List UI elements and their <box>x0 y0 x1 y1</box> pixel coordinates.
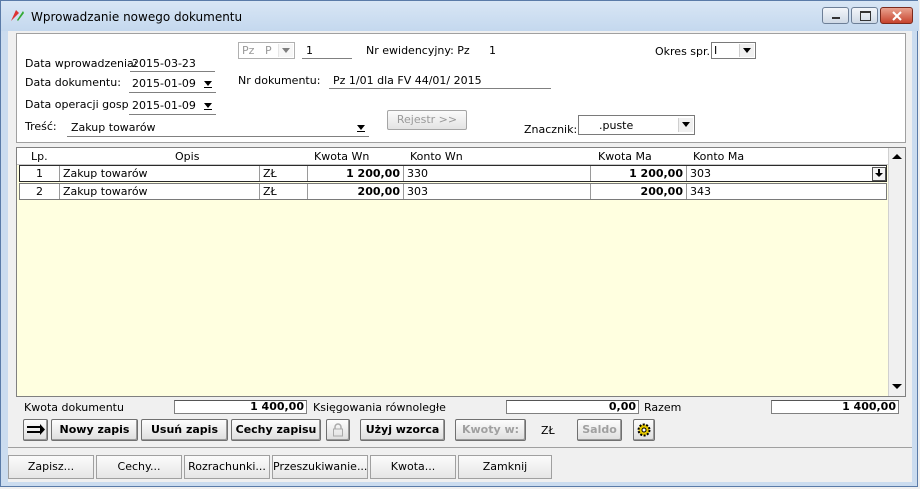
cell-kwota-wn[interactable]: 1 200,00 <box>308 166 404 181</box>
tresc-value: Zakup towarów <box>71 121 156 134</box>
app-icon <box>11 10 24 21</box>
title-bar[interactable]: Wprowadzanie nowego dokumentu <box>1 1 919 31</box>
calendar-dropdown-icon[interactable] <box>201 77 215 90</box>
rejestr-button[interactable]: Rejestr >> <box>387 110 467 130</box>
tresc-dropdown-icon[interactable] <box>354 121 368 134</box>
zapisz-button[interactable]: Zapisz... <box>8 455 94 479</box>
typ2-value: P <box>265 44 272 57</box>
okres-label: Okres spr. <box>655 45 711 58</box>
typ-dropdown-icon[interactable] <box>278 44 293 57</box>
razem-label: Razem <box>644 401 682 414</box>
cell-kwota-ma[interactable]: 1 200,00 <box>591 166 687 181</box>
window-title: Wprowadzanie nowego dokumentu <box>31 10 243 24</box>
tresc-field[interactable]: Zakup towarów <box>67 120 369 137</box>
close-button[interactable] <box>880 7 913 24</box>
column-header-lp: Lp. <box>31 150 48 163</box>
okres-combo[interactable]: I <box>711 42 756 59</box>
column-header-kwota-wn: Kwota Wn <box>314 150 370 163</box>
cell-opis[interactable]: Zakup towarów <box>60 184 260 199</box>
ksiegowania-value: 0,00 <box>506 400 639 414</box>
tresc-label: Treść: <box>25 120 57 133</box>
saldo-button[interactable]: Saldo <box>577 419 622 441</box>
scroll-up-icon[interactable] <box>892 154 902 159</box>
nr-ewidencyjny-value: 1 <box>489 44 496 57</box>
nr-dokumentu-underline[interactable] <box>329 74 551 89</box>
data-dokumentu-field[interactable]: 2015-01-09 <box>129 76 216 93</box>
document-header-panel: Data wprowadzenia: 2015-03-23 Data dokum… <box>16 33 906 143</box>
table-row[interactable]: 1 Zakup towarów ZŁ 1 200,00 330 1 200,00… <box>19 165 887 182</box>
calendar-dropdown-icon[interactable] <box>201 99 215 112</box>
typ1-value: Pz <box>242 44 255 57</box>
ksiegowania-label: Księgowania równoległe <box>313 401 446 414</box>
maximize-button[interactable] <box>851 7 878 24</box>
cell-konto-ma[interactable]: 343 <box>687 184 886 199</box>
data-dokumentu-label: Data dokumentu: <box>25 76 121 89</box>
kwota-dokumentu-value: 1 400,00 <box>174 400 307 414</box>
settings-button[interactable] <box>633 419 655 441</box>
account-lookup-icon[interactable] <box>872 167 886 181</box>
column-header-kwota-ma: Kwota Ma <box>598 150 652 163</box>
cechy-zapisu-button[interactable]: Cechy zapisu <box>231 419 321 441</box>
znacznik-value: .puste <box>599 119 634 132</box>
nowy-zapis-button[interactable]: Nowy zapis <box>51 419 138 441</box>
przeszukiwanie-button[interactable]: Przeszukiwanie... <box>272 455 368 479</box>
toggle-view-button[interactable] <box>23 419 48 441</box>
entries-grid: Lp. Opis Kwota Wn Konto Wn Kwota Ma Kont… <box>16 147 906 397</box>
padlock-icon <box>333 423 343 437</box>
razem-value: 1 400,00 <box>771 400 899 414</box>
numer-underline[interactable] <box>302 44 352 59</box>
cell-waluta[interactable]: ZŁ <box>260 166 308 181</box>
minimize-icon <box>832 17 840 19</box>
typ-dokumentu-combo[interactable]: Pz P <box>238 42 295 59</box>
cell-kwota-wn[interactable]: 200,00 <box>308 184 404 199</box>
client-area: Data wprowadzenia: 2015-03-23 Data dokum… <box>8 31 912 482</box>
okres-dropdown-icon[interactable] <box>739 44 754 57</box>
cell-konto-ma[interactable]: 303 <box>687 166 870 181</box>
cechy-button[interactable]: Cechy... <box>96 455 182 479</box>
znacznik-label: Znacznik: <box>524 123 578 136</box>
zamknij-button[interactable]: Zamknij <box>458 455 552 479</box>
nr-dokumentu-label: Nr dokumentu: <box>238 74 321 87</box>
waluta-label: ZŁ <box>541 424 555 437</box>
znacznik-combo[interactable]: .puste <box>578 115 695 135</box>
data-dokumentu-value: 2015-01-09 <box>132 77 196 90</box>
cell-konto-wn[interactable]: 330 <box>404 166 591 181</box>
minimize-button[interactable] <box>822 7 849 24</box>
cell-opis[interactable]: Zakup towarów <box>60 166 260 181</box>
footer-separator <box>8 447 912 448</box>
kwoty-w-button[interactable]: Kwoty w: <box>455 419 526 441</box>
kwota-button[interactable]: Kwota... <box>370 455 456 479</box>
grid-header: Lp. Opis Kwota Wn Konto Wn Kwota Ma Kont… <box>17 148 889 165</box>
cell-lp[interactable]: 2 <box>20 184 60 199</box>
kwota-dokumentu-label: Kwota dokumentu <box>24 401 124 414</box>
data-operacji-value: 2015-01-09 <box>132 99 196 112</box>
cell-waluta[interactable]: ZŁ <box>260 184 308 199</box>
okres-value: I <box>714 44 718 57</box>
data-wprowadzenia-label: Data wprowadzenia: <box>25 57 138 70</box>
cell-konto-wn[interactable]: 303 <box>404 184 591 199</box>
data-operacji-field[interactable]: 2015-01-09 <box>129 98 216 115</box>
cell-lp[interactable]: 1 <box>20 166 60 181</box>
data-wprowadzenia-underline <box>130 57 215 72</box>
rozrachunki-button[interactable]: Rozrachunki... <box>184 455 270 479</box>
usun-zapis-button[interactable]: Usuń zapis <box>141 419 228 441</box>
scroll-down-icon[interactable] <box>892 384 902 389</box>
column-header-konto-ma: Konto Ma <box>693 150 745 163</box>
lock-button[interactable] <box>326 419 350 441</box>
znacznik-dropdown-icon[interactable] <box>678 118 693 132</box>
data-operacji-label: Data operacji gosp.: <box>25 98 136 111</box>
arrows-icon <box>27 424 45 435</box>
document-window: Wprowadzanie nowego dokumentu Data wprow… <box>0 0 919 487</box>
gear-icon <box>637 423 651 437</box>
table-row[interactable]: 2 Zakup towarów ZŁ 200,00 303 200,00 343 <box>19 183 887 200</box>
column-header-konto-wn: Konto Wn <box>410 150 463 163</box>
close-icon <box>892 11 902 21</box>
column-header-opis: Opis <box>175 150 200 163</box>
nr-ewidencyjny-label: Nr ewidencyjny: Pz <box>366 44 470 57</box>
maximize-icon <box>860 11 871 21</box>
cell-kwota-ma[interactable]: 200,00 <box>591 184 687 199</box>
uzyj-wzorca-button[interactable]: Użyj wzorca <box>360 419 445 441</box>
grid-vertical-scrollbar[interactable] <box>888 148 905 396</box>
